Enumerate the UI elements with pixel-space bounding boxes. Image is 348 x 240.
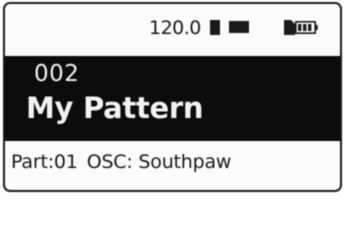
pattern-name: My Pattern bbox=[26, 91, 204, 125]
osc-label: OSC: Southpaw bbox=[86, 151, 232, 173]
battery-icon bbox=[295, 21, 318, 34]
status-block-icon bbox=[229, 21, 249, 33]
pattern-title-band: 002 My Pattern bbox=[5, 56, 340, 141]
status-bar: 120.0 bbox=[5, 4, 340, 56]
tempo-marker-icon bbox=[210, 20, 220, 35]
device-frame: 120.0 002 My Pattern Part:01 OSC: Southp… bbox=[0, 0, 348, 201]
pattern-number: 002 bbox=[34, 61, 80, 87]
part-label: Part:01 bbox=[11, 151, 78, 173]
tempo-readout: 120.0 bbox=[149, 17, 201, 39]
lcd-screen: 120.0 002 My Pattern Part:01 OSC: Southp… bbox=[3, 2, 342, 192]
info-line: Part:01 OSC: Southpaw bbox=[11, 153, 231, 172]
